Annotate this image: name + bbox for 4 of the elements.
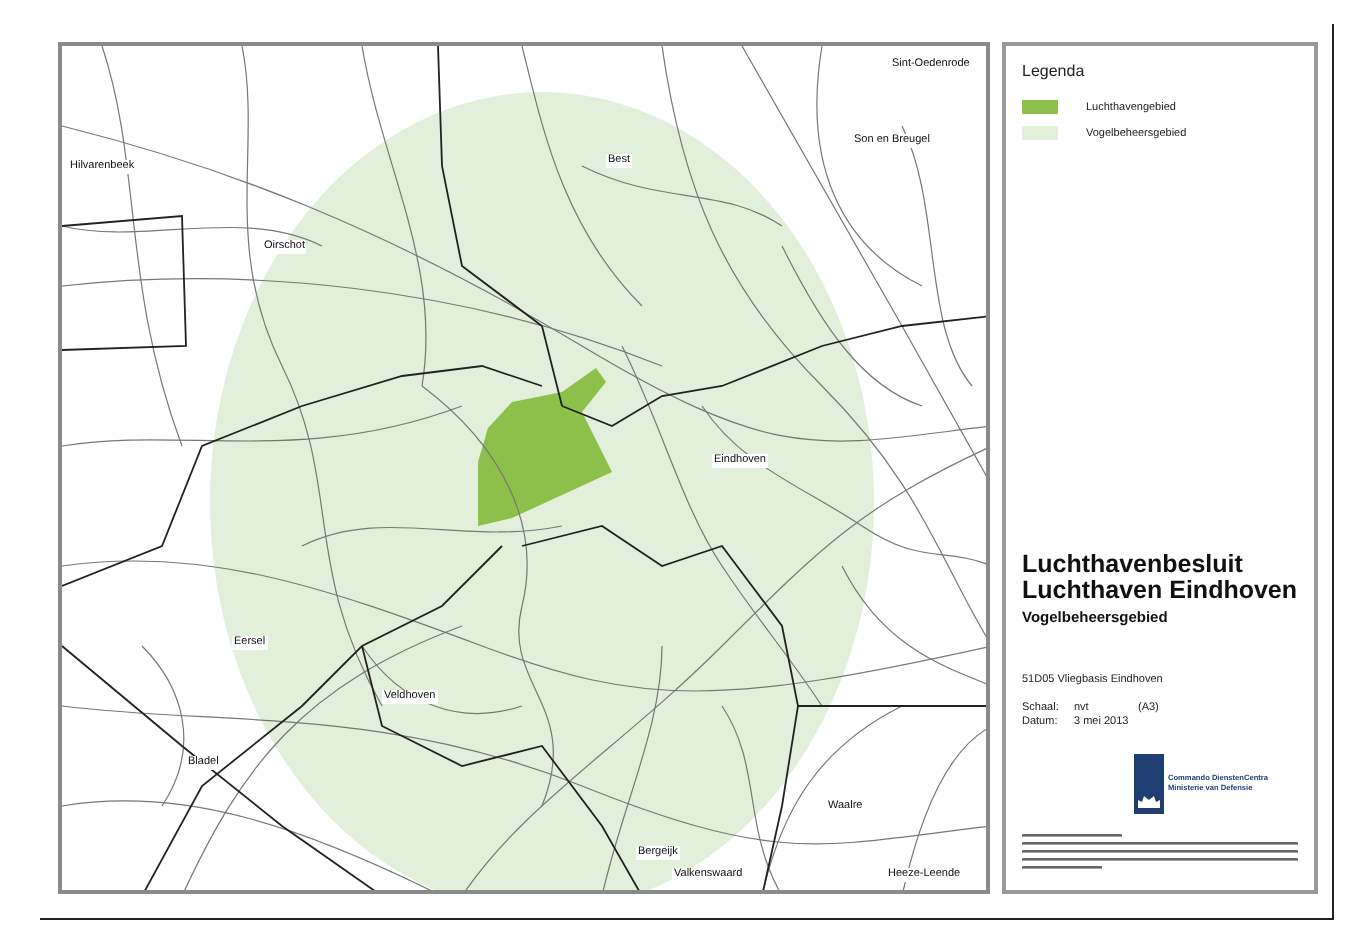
map-title: Luchthavenbesluit [1022,552,1245,578]
map-title: Luchthaven Eindhoven [1022,577,1300,603]
legend-title: Legenda [1022,62,1087,80]
crown-icon [1138,794,1160,808]
